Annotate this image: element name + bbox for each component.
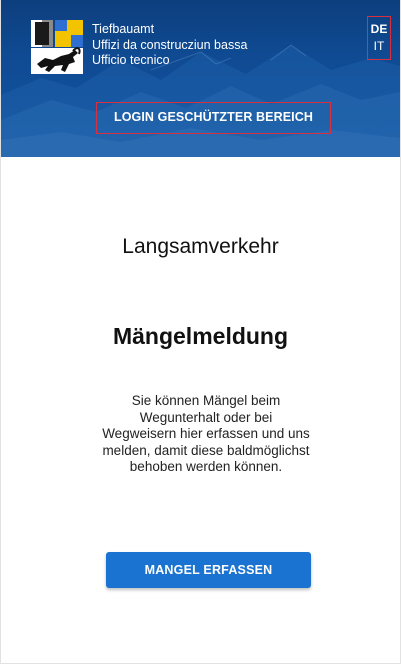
office-name-romansh: Uffizi da construcziun bassa bbox=[92, 37, 248, 52]
report-defect-button[interactable]: MANGEL ERFASSEN bbox=[106, 552, 311, 588]
login-protected-area-button[interactable]: LOGIN GESCHÜTZTER BEREICH bbox=[96, 102, 331, 134]
app-frame: Tiefbauamt Uffizi da construcziun bassa … bbox=[0, 0, 401, 664]
office-name: Tiefbauamt Uffizi da construcziun bassa … bbox=[92, 22, 247, 69]
language-de[interactable]: DE bbox=[368, 22, 390, 36]
office-name-italian: Ufficio tecnico bbox=[92, 53, 170, 67]
graubuenden-coat-of-arms-icon bbox=[31, 20, 83, 74]
language-switcher: DE IT bbox=[367, 16, 391, 60]
header-banner: Tiefbauamt Uffizi da construcziun bassa … bbox=[1, 0, 400, 157]
office-name-german: Tiefbauamt bbox=[92, 22, 155, 36]
page-subtitle: Langsamverkehr bbox=[122, 235, 279, 258]
language-it[interactable]: IT bbox=[368, 39, 390, 53]
page-description: Sie können Mängel beim Wegunterhalt oder… bbox=[102, 393, 310, 474]
page-title: Mängelmeldung bbox=[112, 323, 289, 349]
